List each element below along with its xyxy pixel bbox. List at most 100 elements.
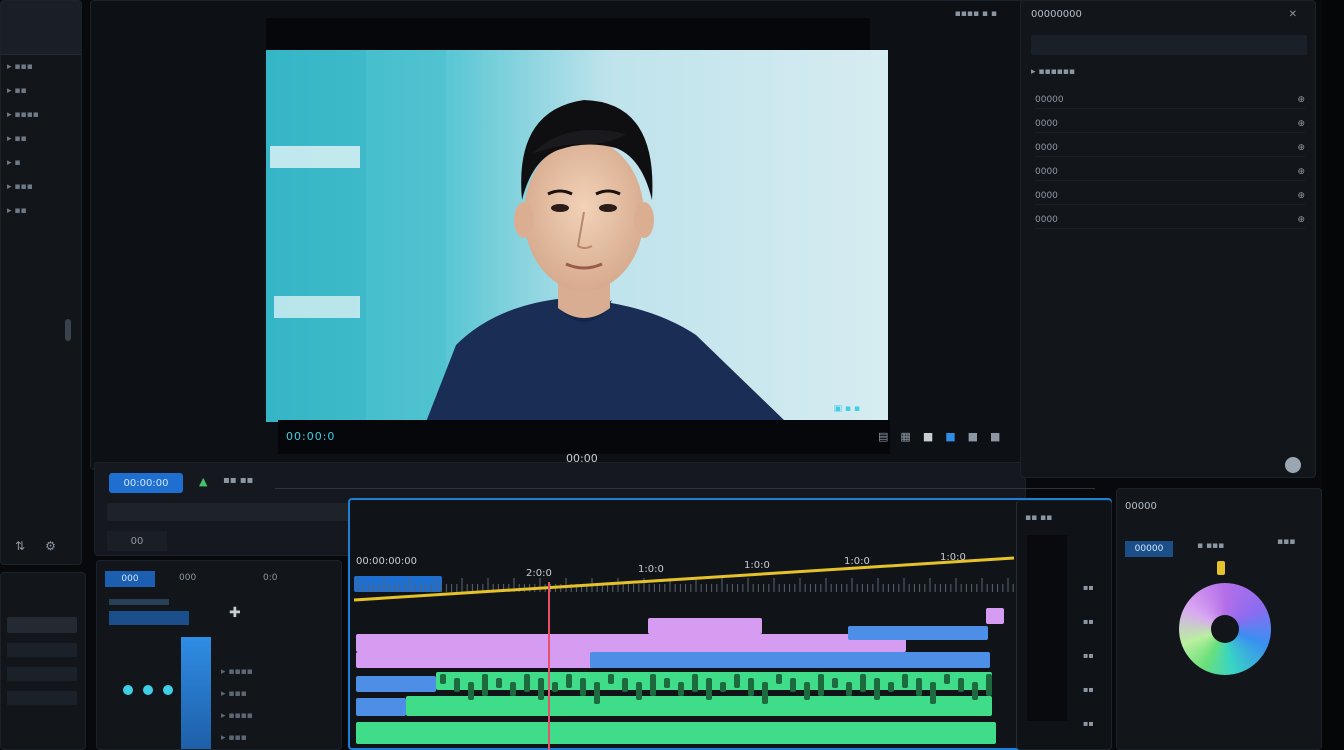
audio-waveform-segment [762, 682, 768, 704]
timeline-clip[interactable] [436, 672, 992, 690]
viewer-overlay-icons: ▣ ▪ ▪ [833, 404, 860, 414]
bins-tab[interactable]: 0:0 [263, 573, 277, 583]
color-option[interactable]: ▪ ▪▪▪ [1197, 541, 1224, 551]
timeline-clip[interactable] [356, 652, 596, 668]
timeline-clip[interactable] [986, 608, 1004, 624]
audio-waveform-segment [566, 674, 572, 688]
color-chip[interactable]: 00000 [1125, 541, 1173, 557]
fit-icon[interactable]: ▤ [878, 430, 888, 443]
audio-meters: ▪▪ ▪▪ ▪▪ ▪▪ ▪▪ ▪▪ ▪▪ [1016, 500, 1112, 750]
inspector-search[interactable] [1031, 35, 1307, 55]
timeline-panel: 00:00:00:00 2:0:0 1:0:0 1:0:0 1:0:0 1:0:0 [348, 498, 1112, 750]
inspector-row[interactable]: 0000 ⊕ [1035, 211, 1305, 229]
zoom-button[interactable]: 00:00:00 [109, 473, 183, 493]
view-mode-icon[interactable]: ■ [968, 430, 978, 443]
audio-waveform-segment [538, 678, 544, 700]
inspector-section[interactable]: ▸ ▪▪▪▪▪▪ [1031, 67, 1075, 77]
effects-item[interactable] [7, 691, 77, 705]
dot-icon[interactable] [123, 685, 133, 695]
mini-ruler[interactable] [275, 477, 1095, 489]
video-frame-image [266, 50, 888, 422]
video-frame [266, 50, 888, 422]
audio-waveform-segment [440, 674, 446, 684]
dot-icon[interactable] [163, 685, 173, 695]
audio-waveform-segment [804, 682, 810, 700]
quality-icon[interactable]: ■ [945, 430, 955, 443]
page-field[interactable]: 00 [107, 531, 167, 551]
audio-waveform-segment [734, 674, 740, 688]
bins-tab-active[interactable]: 000 [105, 571, 155, 587]
audio-waveform-segment [888, 682, 894, 692]
project-row[interactable]: ▸ ▪▪ [1, 199, 81, 223]
project-footer: ⇅ ⚙ [15, 539, 56, 553]
timeline-clip[interactable] [590, 652, 990, 668]
audio-waveform-segment [790, 678, 796, 692]
track-toggle[interactable]: ▪▪ ▪▪ [223, 475, 253, 486]
audio-waveform-segment [580, 678, 586, 696]
audio-waveform-segment [622, 678, 628, 692]
viewer-timecode-left: 00:00:0 [286, 430, 336, 443]
project-row[interactable]: ▸ ▪ [1, 151, 81, 175]
effects-search[interactable] [7, 617, 77, 633]
project-row[interactable]: ▸ ▪▪▪ [1, 175, 81, 199]
timeline-ruler[interactable]: 2:0:0 1:0:0 1:0:0 1:0:0 1:0:0 [350, 540, 1110, 604]
timeline-clip[interactable] [356, 676, 436, 692]
project-row[interactable]: ▸ ▪▪▪▪ [1, 103, 81, 127]
bins-list: ▸ ▪▪▪▪ ▸ ▪▪▪ ▸ ▪▪▪▪ ▸ ▪▪▪ [221, 667, 253, 743]
close-icon[interactable]: ✕ [1289, 9, 1297, 20]
viewer-zoom[interactable]: ▪▪▪▪ ▪ ▪ [955, 9, 997, 19]
bins-level-column [181, 637, 211, 749]
project-row[interactable]: ▸ ▪▪ [1, 127, 81, 151]
audio-waveform-segment [678, 682, 684, 696]
timeline-clip[interactable] [406, 696, 992, 716]
work-area-bar[interactable] [353, 556, 1015, 602]
bins-tab[interactable]: 000 [179, 573, 196, 583]
timeline-clip[interactable] [356, 634, 906, 652]
audio-waveform-segment [524, 674, 530, 692]
audio-waveform-segment [874, 678, 880, 700]
color-wheel[interactable] [1179, 583, 1271, 675]
settings-icon[interactable]: ⚙ [45, 539, 56, 553]
project-row[interactable]: ▸ ▪▪▪ [1, 55, 81, 79]
inspector-row[interactable]: 0000 ⊕ [1035, 139, 1305, 157]
scrollbar-thumb[interactable] [65, 319, 71, 341]
fullscreen-icon[interactable]: ■ [923, 430, 933, 443]
safe-area-icon[interactable]: ▦ [900, 430, 910, 443]
audio-waveform-segment [930, 682, 936, 704]
effects-item[interactable] [7, 643, 77, 657]
project-panel: ▸ ▪▪▪ ▸ ▪▪ ▸ ▪▪▪▪ ▸ ▪▪ ▸ ▪ ▸ ▪▪▪ ▸ ▪▪ ⇅ ⚙ [0, 0, 82, 565]
viewer-letterbox-bottom: 00:00:0 ▣ ▪ ▪ [278, 404, 890, 454]
inspector-row[interactable]: 0000 ⊕ [1035, 115, 1305, 133]
audio-waveform-segment [944, 674, 950, 684]
sort-icon[interactable]: ⇅ [15, 539, 25, 553]
inspector-title: 00000000 [1031, 9, 1082, 20]
monitor-bezel [1322, 0, 1344, 750]
bins-item[interactable] [109, 611, 189, 625]
color-option[interactable]: ▪▪▪ [1277, 537, 1295, 547]
timeline-clip[interactable] [848, 626, 988, 640]
playhead[interactable] [548, 582, 550, 750]
timeline-clip[interactable] [356, 698, 406, 716]
lock-icon[interactable]: ▲ [199, 475, 207, 488]
timeline-clip[interactable] [356, 722, 996, 744]
hue-handle[interactable] [1217, 561, 1225, 575]
inspector-panel: 00000000 ✕ ▸ ▪▪▪▪▪▪ 00000 ⊕ 0000 ⊕ 0000 ⊕ 0… [1020, 0, 1316, 478]
overlay-icon[interactable]: ■ [990, 430, 1000, 443]
inspector-row[interactable]: 0000 ⊕ [1035, 163, 1305, 181]
viewer-letterbox-top [266, 18, 870, 50]
audio-waveform-segment [692, 674, 698, 692]
inspector-toggle[interactable] [1285, 457, 1301, 473]
effects-item[interactable] [7, 667, 77, 681]
dot-icon[interactable] [143, 685, 153, 695]
puzzle-icon[interactable]: ✚ [229, 605, 241, 621]
meters-label: ▪▪ ▪▪ [1025, 513, 1053, 523]
timeline-clip[interactable] [648, 618, 762, 634]
ruler-label: 1:0:0 [940, 552, 966, 563]
audio-waveform-segment [958, 678, 964, 692]
project-row[interactable]: ▸ ▪▪ [1, 79, 81, 103]
viewer-controls: ▤ ▦ ■ ■ ■ ■ [878, 430, 1000, 443]
inspector-row[interactable]: 00000 ⊕ [1035, 91, 1305, 109]
audio-waveform-segment [482, 674, 488, 696]
inspector-row[interactable]: 0000 ⊕ [1035, 187, 1305, 205]
audio-waveform-segment [552, 682, 558, 692]
